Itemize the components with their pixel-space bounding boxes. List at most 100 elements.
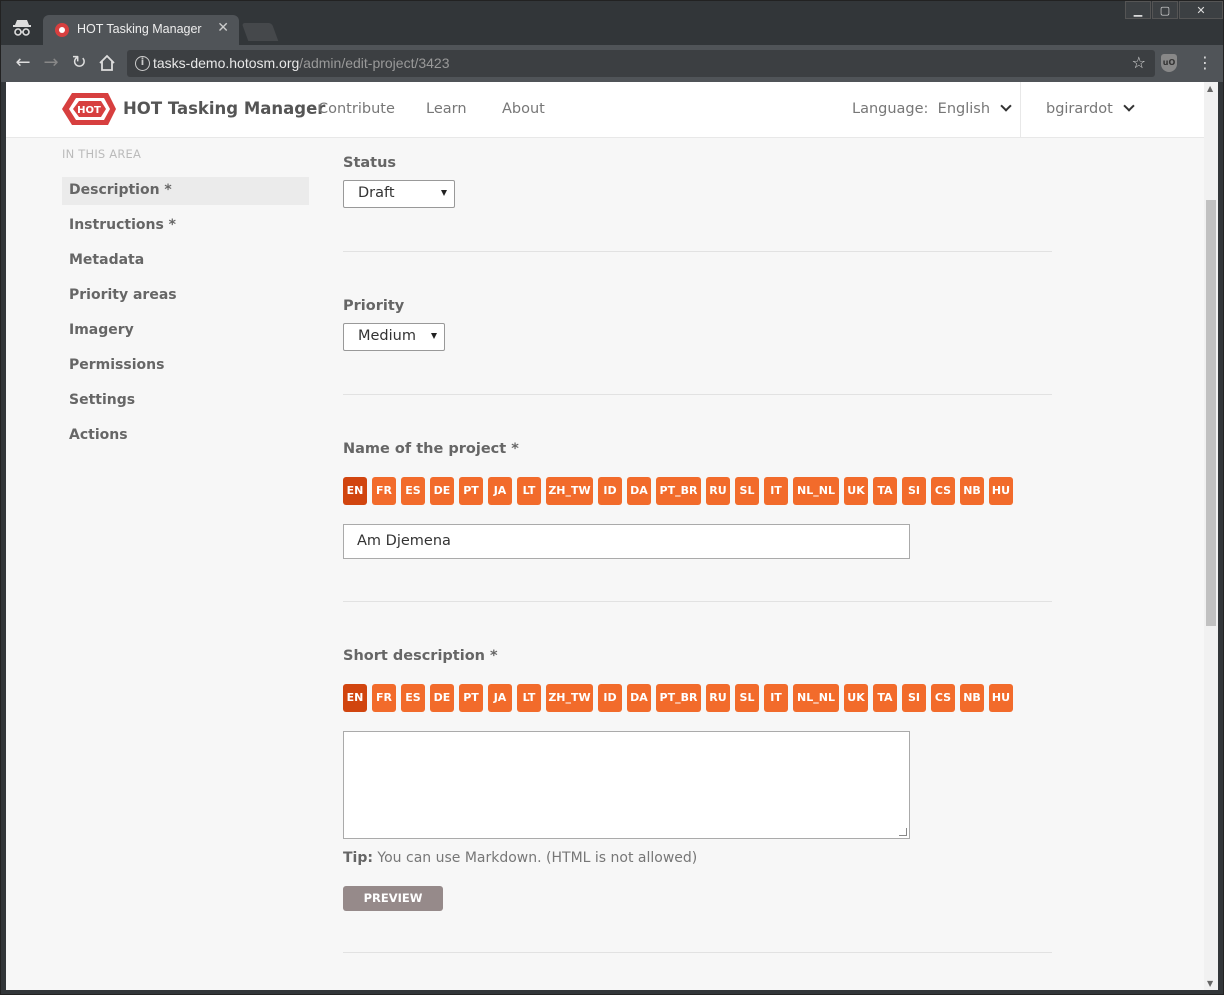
user-menu[interactable]: bgirardot <box>1046 100 1135 117</box>
language-tab-pt[interactable]: PT <box>459 684 483 712</box>
sidebar-item-imagery[interactable]: Imagery <box>62 317 309 345</box>
preview-button[interactable]: PREVIEW <box>343 886 443 911</box>
language-tab-it[interactable]: IT <box>764 684 788 712</box>
tip-label: Tip: <box>343 850 373 866</box>
language-tab-lt[interactable]: LT <box>517 477 541 505</box>
page-viewport: HOT HOT Tasking Manager Contribute Learn… <box>6 82 1204 990</box>
logo-text: HOT <box>77 105 101 116</box>
home-icon[interactable] <box>98 54 116 72</box>
language-selector[interactable]: Language: English <box>852 100 1012 117</box>
language-tab-si[interactable]: SI <box>902 477 926 505</box>
minimize-icon[interactable]: ▁ <box>1125 1 1151 19</box>
back-arrow-icon[interactable]: ← <box>13 53 33 73</box>
section-divider <box>343 952 1052 953</box>
sidebar-heading: IN THIS AREA <box>62 147 142 161</box>
language-tab-nl_nl[interactable]: NL_NL <box>793 477 839 505</box>
language-tab-ja[interactable]: JA <box>488 477 512 505</box>
bookmark-star-icon[interactable]: ☆ <box>1132 53 1146 72</box>
sidebar-item-priority-areas[interactable]: Priority areas <box>62 282 309 310</box>
sidebar-item-settings[interactable]: Settings <box>62 387 309 415</box>
hot-logo-icon[interactable]: HOT <box>60 91 118 127</box>
browser-tab[interactable]: HOT Tasking Manager ✕ <box>43 15 239 45</box>
sidebar-item-permissions[interactable]: Permissions <box>62 352 309 380</box>
language-tab-da[interactable]: DA <box>627 477 651 505</box>
language-tab-nb[interactable]: NB <box>960 477 984 505</box>
language-tab-es[interactable]: ES <box>401 477 425 505</box>
project-name-input[interactable]: Am Djemena <box>343 524 910 559</box>
sidebar-item-actions[interactable]: Actions <box>62 422 309 450</box>
language-tab-pt_br[interactable]: PT_BR <box>656 477 701 505</box>
language-tab-id[interactable]: ID <box>598 477 622 505</box>
scroll-up-icon[interactable]: ▲ <box>1207 84 1213 93</box>
language-tab-id[interactable]: ID <box>598 684 622 712</box>
language-tab-en[interactable]: EN <box>343 477 367 505</box>
username: bgirardot <box>1046 101 1113 117</box>
nav-learn[interactable]: Learn <box>426 101 467 117</box>
dropdown-arrow-icon <box>441 190 447 196</box>
sidebar-item-metadata[interactable]: Metadata <box>62 247 309 275</box>
language-tab-nb[interactable]: NB <box>960 684 984 712</box>
language-tab-zh_tw[interactable]: ZH_TW <box>546 684 593 712</box>
language-tab-pt[interactable]: PT <box>459 477 483 505</box>
scrollbar-thumb[interactable] <box>1206 200 1216 626</box>
sidebar-item-description[interactable]: Description * <box>62 177 309 205</box>
markdown-tip: Tip: You can use Markdown. (HTML is not … <box>343 850 697 866</box>
language-tab-ja[interactable]: JA <box>488 684 512 712</box>
language-tab-sl[interactable]: SL <box>735 477 759 505</box>
browser-toolbar: ← → ↻ i tasks-demo.hotosm.org/admin/edit… <box>1 45 1223 82</box>
close-window-icon[interactable]: ✕ <box>1179 1 1223 19</box>
language-tab-sl[interactable]: SL <box>735 684 759 712</box>
status-value: Draft <box>358 185 395 201</box>
maximize-icon[interactable]: ▢ <box>1152 1 1178 19</box>
language-tab-ru[interactable]: RU <box>706 684 730 712</box>
language-tab-cs[interactable]: CS <box>931 477 955 505</box>
language-tab-cs[interactable]: CS <box>931 684 955 712</box>
priority-select[interactable]: Medium <box>343 323 445 351</box>
language-tab-si[interactable]: SI <box>902 684 926 712</box>
language-tab-zh_tw[interactable]: ZH_TW <box>546 477 593 505</box>
language-tab-uk[interactable]: UK <box>844 477 868 505</box>
tab-close-icon[interactable]: ✕ <box>217 20 229 36</box>
status-label: Status <box>343 155 397 171</box>
sidebar-item-instructions[interactable]: Instructions * <box>62 212 309 240</box>
page-scrollbar[interactable]: ▲ ▼ <box>1204 82 1218 990</box>
scroll-down-icon[interactable]: ▼ <box>1207 979 1213 988</box>
info-icon[interactable]: i <box>135 56 150 71</box>
tip-text: You can use Markdown. (HTML is not allow… <box>372 850 698 866</box>
language-tab-ta[interactable]: TA <box>873 477 897 505</box>
project-name-label: Name of the project * <box>343 441 519 457</box>
language-tab-uk[interactable]: UK <box>844 684 868 712</box>
language-tab-pt_br[interactable]: PT_BR <box>656 684 701 712</box>
language-label: Language: <box>852 101 929 117</box>
language-tab-da[interactable]: DA <box>627 684 651 712</box>
browser-window: HOT Tasking Manager ✕ ▁ ▢ ✕ ← → ↻ i task… <box>0 0 1224 995</box>
language-tab-en[interactable]: EN <box>343 684 367 712</box>
language-tab-fr[interactable]: FR <box>372 684 396 712</box>
nav-contribute[interactable]: Contribute <box>318 101 395 117</box>
language-tab-ru[interactable]: RU <box>706 477 730 505</box>
browser-menu-icon[interactable]: ⋮ <box>1197 53 1213 72</box>
new-tab-button[interactable] <box>241 23 279 41</box>
language-tab-ta[interactable]: TA <box>873 684 897 712</box>
language-tab-de[interactable]: DE <box>430 477 454 505</box>
status-select[interactable]: Draft <box>343 180 455 208</box>
language-value: English <box>937 101 991 117</box>
language-tab-fr[interactable]: FR <box>372 477 396 505</box>
resize-handle-icon[interactable] <box>899 828 907 836</box>
language-tab-es[interactable]: ES <box>401 684 425 712</box>
ublock-extension-icon[interactable]: uO <box>1161 54 1177 72</box>
chevron-down-icon <box>1123 100 1135 112</box>
address-bar[interactable]: i tasks-demo.hotosm.org/admin/edit-proje… <box>127 50 1155 77</box>
language-tab-hu[interactable]: HU <box>989 477 1013 505</box>
language-tab-lt[interactable]: LT <box>517 684 541 712</box>
short-description-textarea[interactable] <box>343 731 910 839</box>
favicon-icon <box>55 23 69 37</box>
nav-about[interactable]: About <box>502 101 545 117</box>
language-tab-nl_nl[interactable]: NL_NL <box>793 684 839 712</box>
language-tab-it[interactable]: IT <box>764 477 788 505</box>
reload-icon[interactable]: ↻ <box>69 53 89 73</box>
brand-name[interactable]: HOT Tasking Manager <box>123 99 325 118</box>
language-tab-hu[interactable]: HU <box>989 684 1013 712</box>
forward-arrow-icon[interactable]: → <box>41 53 61 73</box>
language-tab-de[interactable]: DE <box>430 684 454 712</box>
